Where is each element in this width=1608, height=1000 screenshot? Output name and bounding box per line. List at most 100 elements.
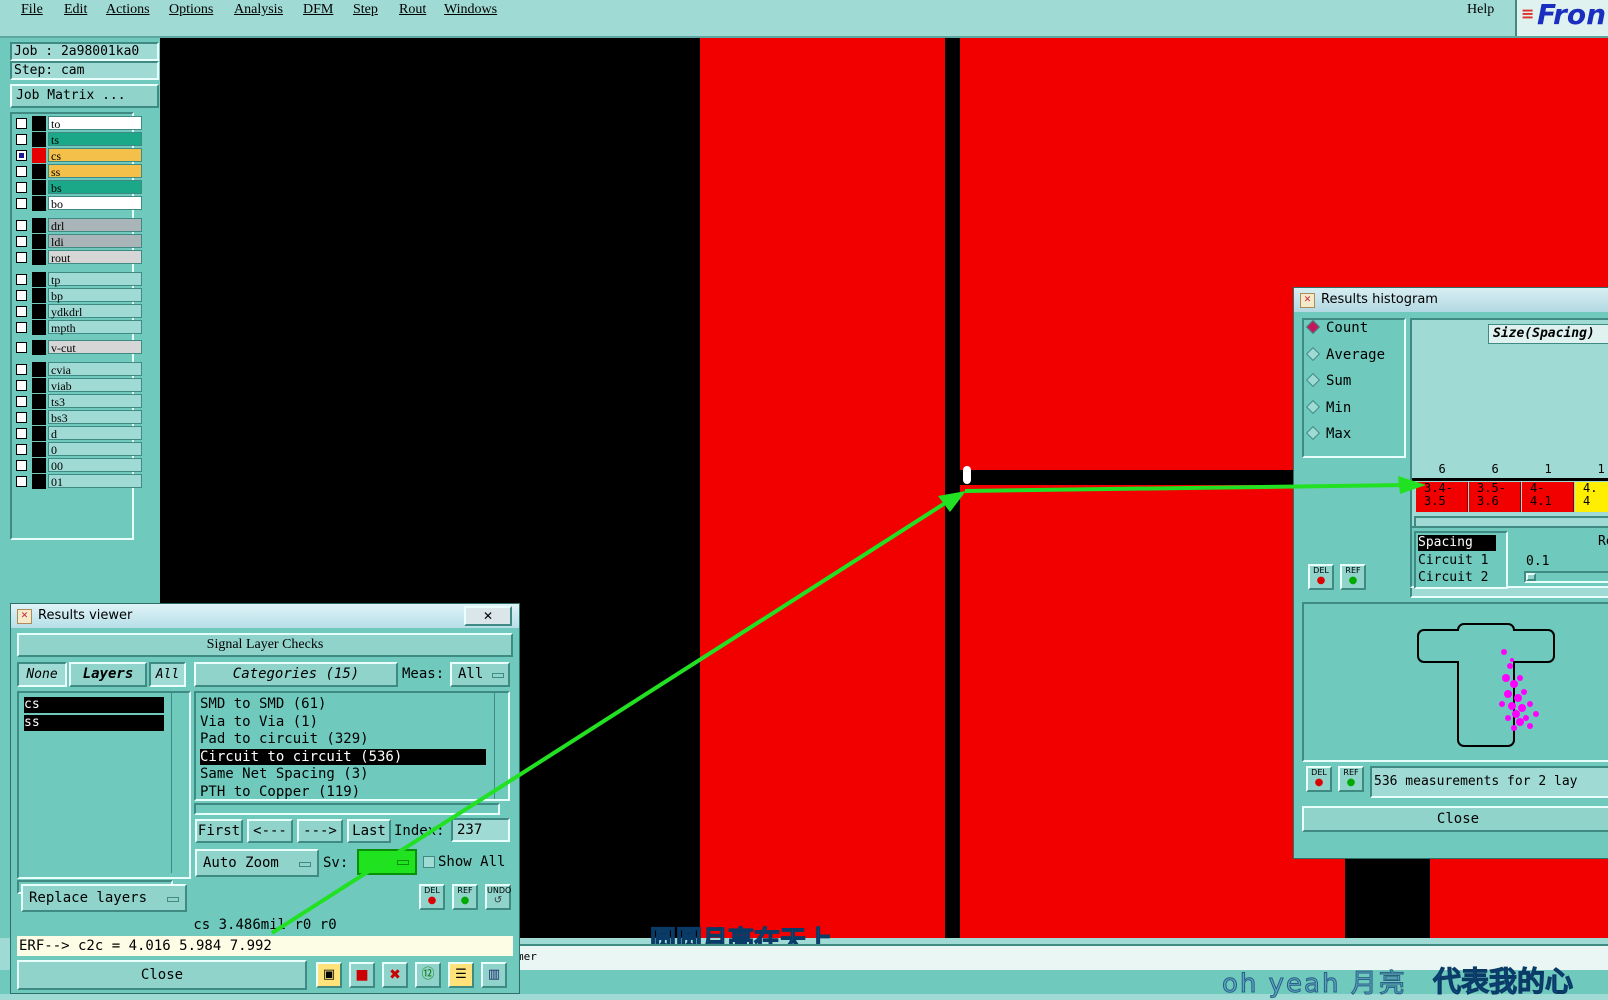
layer-name[interactable]: rout <box>48 250 142 265</box>
mode-radio-average[interactable]: Average <box>1305 346 1385 363</box>
layer-checkbox[interactable] <box>16 428 27 439</box>
layer-row-bs[interactable]: bs <box>14 180 142 195</box>
del-button[interactable]: DEL ● <box>1308 564 1334 590</box>
menu-analysis[interactable]: Analysis <box>234 2 283 18</box>
categories-button[interactable]: Categories (15) <box>194 662 398 687</box>
layer-name[interactable]: bs <box>48 180 142 195</box>
stop-icon[interactable]: ■ <box>349 962 375 988</box>
ref-button[interactable]: REF ● <box>1340 564 1366 590</box>
layer-name[interactable]: bp <box>48 288 142 303</box>
list-item[interactable]: Circuit 2 <box>1418 570 1496 586</box>
layer-checkbox[interactable] <box>16 322 27 333</box>
del-button[interactable]: DEL ● <box>419 884 445 910</box>
layers-button[interactable]: Layers <box>69 662 147 687</box>
histogram-bin[interactable]: 4- 4.1 <box>1522 482 1574 512</box>
menu-rout[interactable]: Rout <box>399 2 426 18</box>
layer-row-rout[interactable]: rout <box>14 250 142 265</box>
layer-name[interactable]: mpth <box>48 320 142 335</box>
del-button[interactable]: DEL ● <box>1306 766 1332 792</box>
layer-row-viab[interactable]: viab <box>14 378 142 393</box>
list-item[interactable]: ss <box>24 715 164 731</box>
layer-checkbox[interactable] <box>16 198 27 209</box>
job-matrix-button[interactable]: Job Matrix ... <box>10 84 159 108</box>
vertical-scrollbar[interactable] <box>171 693 188 873</box>
layer-row-bs3[interactable]: bs3 <box>14 410 142 425</box>
layer-checkbox[interactable] <box>16 342 27 353</box>
list-item[interactable]: Spacing <box>1418 535 1496 551</box>
menu-step[interactable]: Step <box>353 2 378 18</box>
list-item[interactable]: SMD to SMD (61) <box>200 696 486 712</box>
layer-checkbox[interactable] <box>16 290 27 301</box>
list-item[interactable]: Same Net Spacing (3) <box>200 766 486 782</box>
layer-row-cs[interactable]: cs <box>14 148 142 163</box>
resolution-slider[interactable] <box>1524 571 1608 583</box>
layer-checkbox[interactable] <box>16 236 27 247</box>
layer-checkbox[interactable] <box>16 166 27 177</box>
layer-row-ldi[interactable]: ldi <box>14 234 142 249</box>
layer-checkbox[interactable] <box>16 274 27 285</box>
close-button[interactable]: Close <box>17 960 307 990</box>
mode-radio-min[interactable]: Min <box>1305 399 1351 416</box>
layer-name[interactable]: ss <box>48 164 142 179</box>
layer-row-bp[interactable]: bp <box>14 288 142 303</box>
layer-row-mpth[interactable]: mpth <box>14 320 142 335</box>
report-icon[interactable]: ☰ <box>448 962 474 988</box>
histogram-bin[interactable]: 3.5- 3.6 <box>1469 482 1521 512</box>
menu-dfm[interactable]: DFM <box>303 2 333 18</box>
histogram-bin[interactable]: 3.4- 3.5 <box>1416 482 1468 512</box>
replace-layers-dropdown[interactable]: Replace layers <box>21 884 187 912</box>
prev-button[interactable]: <--- <box>247 819 293 843</box>
all-button[interactable]: All <box>149 662 186 687</box>
step-icon[interactable]: ⑫ <box>415 962 441 988</box>
layer-checkbox[interactable] <box>16 476 27 487</box>
layer-row-cvia[interactable]: cvia <box>14 362 142 377</box>
undo-button[interactable]: UNDO ↺ <box>485 884 511 910</box>
layer-row-00[interactable]: 00 <box>14 458 142 473</box>
layer-row-ss[interactable]: ss <box>14 164 142 179</box>
layer-checkbox[interactable] <box>16 182 27 193</box>
menu-options[interactable]: Options <box>169 2 213 18</box>
layer-name[interactable]: d <box>48 426 142 441</box>
layer-checkbox[interactable] <box>16 460 27 471</box>
layer-row-tp[interactable]: tp <box>14 272 142 287</box>
last-button[interactable]: Last <box>347 819 391 843</box>
layer-row-d[interactable]: d <box>14 426 142 441</box>
layer-checkbox[interactable] <box>16 220 27 231</box>
layer-row-ts3[interactable]: ts3 <box>14 394 142 409</box>
menu-edit[interactable]: Edit <box>64 2 87 18</box>
layer-name[interactable]: tp <box>48 272 142 287</box>
menu-actions[interactable]: Actions <box>106 2 150 18</box>
next-button[interactable]: ---> <box>297 819 343 843</box>
layer-checkbox[interactable] <box>16 396 27 407</box>
list-item[interactable]: Circuit to circuit (536) <box>200 748 486 765</box>
layer-row-v-cut[interactable]: v-cut <box>14 340 142 355</box>
layer-checkbox[interactable] <box>16 134 27 145</box>
layer-name[interactable]: bs3 <box>48 410 142 425</box>
layer-name[interactable]: ldi <box>48 234 142 249</box>
menu-help[interactable]: Help <box>1467 2 1494 18</box>
list-item[interactable]: Pad to circuit (329) <box>200 731 486 747</box>
record-icon[interactable]: ▣ <box>316 962 342 988</box>
layer-name[interactable]: cvia <box>48 362 142 377</box>
layer-checkbox[interactable] <box>16 306 27 317</box>
layer-checkbox[interactable] <box>16 444 27 455</box>
severity-dropdown[interactable] <box>357 849 417 875</box>
layer-row-ts[interactable]: ts <box>14 132 142 147</box>
list-item[interactable]: PTH to Copper (119) <box>200 784 486 800</box>
layer-row-01[interactable]: 01 <box>14 474 142 489</box>
layer-name[interactable]: ts3 <box>48 394 142 409</box>
layer-checkbox[interactable] <box>16 380 27 391</box>
ref-button[interactable]: REF ● <box>452 884 478 910</box>
histogram-titlebar[interactable]: ✕ Results histogram <box>1294 288 1608 312</box>
mode-radio-count[interactable]: Count <box>1305 319 1368 336</box>
meas-dropdown[interactable]: All <box>450 662 510 687</box>
layer-checkbox[interactable] <box>16 412 27 423</box>
layer-row-to[interactable]: to <box>14 116 142 131</box>
ref-button[interactable]: REF ● <box>1338 766 1364 792</box>
layer-row-bo[interactable]: bo <box>14 196 142 211</box>
layer-row-0[interactable]: 0 <box>14 442 142 457</box>
list-item[interactable]: cs <box>24 697 164 713</box>
layer-name[interactable]: 01 <box>48 474 142 489</box>
layer-name[interactable]: drl <box>48 218 142 233</box>
layer-name[interactable]: bo <box>48 196 142 211</box>
